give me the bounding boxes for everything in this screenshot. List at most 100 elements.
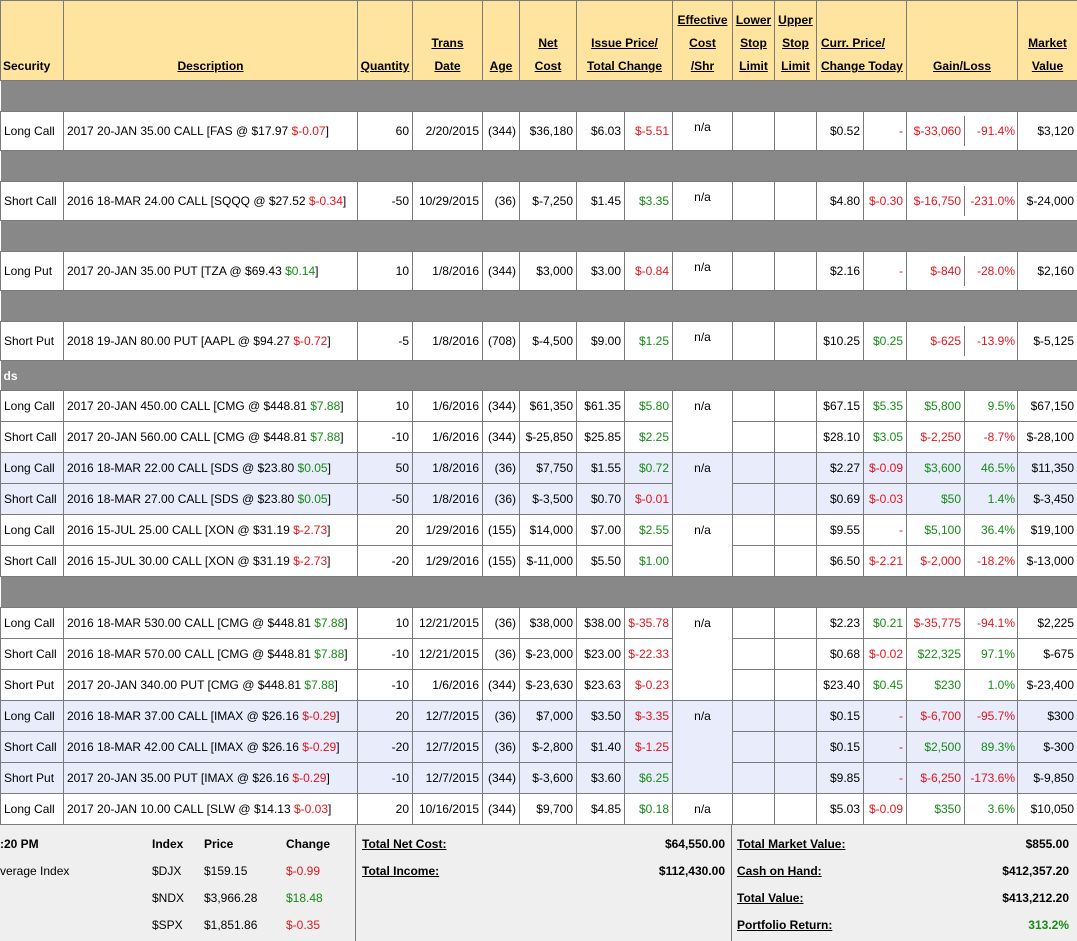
lower-stop-cell[interactable] — [732, 452, 775, 484]
lower-stop-cell[interactable] — [732, 514, 775, 546]
upper-stop-cell[interactable] — [774, 607, 817, 639]
upper-stop-cell[interactable] — [774, 731, 817, 763]
trans-date-cell: 2/20/2015 — [412, 111, 483, 151]
position-description[interactable]: 2016 18-MAR 530.00 CALL [CMG @ $448.81 $… — [63, 607, 358, 639]
col-gain-loss[interactable]: Gain/Loss — [906, 0, 1019, 81]
market-value-cell: $-9,850 — [1017, 762, 1077, 794]
table-row[interactable]: Long Call 2017 20-JAN 10.00 CALL [SLW @ $… — [0, 793, 1077, 856]
position-description[interactable]: 2016 18-MAR 37.00 CALL [IMAX @ $26.16 $-… — [63, 700, 358, 732]
col-net-cost[interactable]: Net Cost — [519, 0, 577, 81]
position-description[interactable]: 2016 15-JUL 25.00 CALL [XON @ $31.19 $-2… — [63, 514, 358, 546]
lower-stop-cell[interactable] — [732, 181, 775, 221]
total-change-cell: $1.00 — [624, 545, 673, 577]
lower-stop-cell[interactable] — [732, 111, 775, 151]
table-row[interactable]: Short Call 2016 18-MAR 24.00 CALL [SQQQ @… — [0, 181, 1077, 221]
bracket-close: ] — [336, 740, 340, 754]
position-description[interactable]: 2016 18-MAR 570.00 CALL [CMG @ $448.81 $… — [63, 638, 358, 670]
net-cost-cell: $-25,850 — [519, 421, 577, 453]
position-description[interactable]: 2017 20-JAN 35.00 CALL [FAS @ $17.97 $-0… — [63, 111, 358, 151]
lower-stop-cell[interactable] — [732, 700, 775, 732]
lower-stop-cell[interactable] — [732, 793, 775, 825]
bracket-close: ] — [315, 264, 319, 278]
position-description[interactable]: 2018 19-JAN 80.00 PUT [AAPL @ $94.27 $-0… — [63, 321, 358, 361]
issue-price-cell: $4.85 — [576, 793, 625, 825]
table-row[interactable]: Long Call 2016 15-JUL 25.00 CALL [XON @ $… — [0, 514, 1077, 577]
upper-stop-cell[interactable] — [774, 700, 817, 732]
upper-stop-cell[interactable] — [774, 390, 817, 422]
lower-stop-cell[interactable] — [732, 669, 775, 701]
col-lower-stop[interactable]: Lower Stop Limit — [732, 0, 775, 81]
upper-stop-cell[interactable] — [774, 181, 817, 221]
col-effective-cost[interactable]: Effective Cost/Shr — [672, 0, 733, 81]
upper-stop-cell[interactable] — [774, 514, 817, 546]
upper-stop-cell[interactable] — [774, 762, 817, 794]
table-row[interactable]: Short Call 2016 18-MAR 42.00 CALL [IMAX @… — [0, 731, 1077, 763]
col-trans-date[interactable]: Trans Date — [412, 0, 483, 81]
table-row[interactable]: Short Call 2016 15-JUL 30.00 CALL [XON @ … — [0, 545, 1077, 577]
lower-stop-cell[interactable] — [732, 545, 775, 577]
table-row[interactable]: Short Call 2016 18-MAR 570.00 CALL [CMG @… — [0, 638, 1077, 670]
position-description[interactable]: 2016 18-MAR 42.00 CALL [IMAX @ $26.16 $-… — [63, 731, 358, 763]
col-curr-price[interactable]: Curr. Price/Change Today — [815, 0, 908, 81]
lower-stop-cell[interactable] — [732, 483, 775, 515]
change-today-cell: - — [862, 700, 908, 732]
lower-stop-cell[interactable] — [732, 251, 775, 291]
position-description[interactable]: 2016 15-JUL 30.00 CALL [XON @ $31.19 $-2… — [63, 545, 358, 577]
table-row[interactable]: Long Put 2017 20-JAN 35.00 PUT [TZA @ $69… — [0, 251, 1077, 291]
trans-date-cell: 10/16/2015 — [412, 793, 483, 825]
group-label: ds — [0, 360, 1077, 391]
table-row[interactable]: Short Put 2018 19-JAN 80.00 PUT [AAPL @ $… — [0, 321, 1077, 361]
col-upper-stop[interactable]: Upper Stop Limit — [774, 0, 817, 81]
upper-stop-cell[interactable] — [774, 793, 817, 825]
index-header: Index — [152, 837, 184, 851]
current-price-cell: $2.23 — [816, 607, 864, 639]
position-description[interactable]: 2017 20-JAN 560.00 CALL [CMG @ $448.81 $… — [63, 421, 358, 453]
position-description[interactable]: 2017 20-JAN 35.00 PUT [TZA @ $69.43 $0.1… — [63, 251, 358, 291]
table-row[interactable]: Short Call 2016 18-MAR 27.00 CALL [SDS @ … — [0, 483, 1077, 515]
col-issue-price[interactable]: Issue Price/Total Change — [576, 0, 673, 81]
net-cost-cell: $-23,630 — [519, 669, 577, 701]
lower-stop-cell[interactable] — [732, 638, 775, 670]
position-description[interactable]: 2017 20-JAN 10.00 CALL [SLW @ $14.13 $-0… — [63, 793, 358, 825]
col-description[interactable]: Description — [63, 0, 358, 81]
lower-stop-cell[interactable] — [732, 321, 775, 361]
change-today-cell: $3.05 — [862, 421, 908, 453]
lower-stop-cell[interactable] — [732, 731, 775, 763]
upper-stop-cell[interactable] — [774, 452, 817, 484]
position-description[interactable]: 2016 18-MAR 27.00 CALL [SDS @ $23.80 $0.… — [63, 483, 358, 515]
position-description[interactable]: 2016 18-MAR 22.00 CALL [SDS @ $23.80 $0.… — [63, 452, 358, 484]
table-row[interactable]: Short Put 2017 20-JAN 35.00 PUT [IMAX @ $… — [0, 762, 1077, 794]
underlying-change: $-0.29 — [302, 740, 337, 754]
upper-stop-cell[interactable] — [774, 421, 817, 453]
index-name: $SPX — [152, 918, 183, 932]
position-description[interactable]: 2017 20-JAN 450.00 CALL [CMG @ $448.81 $… — [63, 390, 358, 422]
lower-stop-cell[interactable] — [732, 607, 775, 639]
lower-stop-cell[interactable] — [732, 762, 775, 794]
lower-stop-cell[interactable] — [732, 421, 775, 453]
col-market-value[interactable]: Market Value — [1017, 0, 1077, 81]
col-quantity[interactable]: Quantity — [357, 0, 413, 81]
upper-stop-cell[interactable] — [774, 483, 817, 515]
table-row[interactable]: Long Call 2016 18-MAR 37.00 CALL [IMAX @ … — [0, 700, 1077, 794]
col-age[interactable]: Age — [482, 0, 520, 81]
upper-stop-cell[interactable] — [774, 251, 817, 291]
position-description[interactable]: 2016 18-MAR 24.00 CALL [SQQQ @ $27.52 $-… — [63, 181, 358, 221]
gain-loss-amount: $-2,000 — [908, 546, 966, 576]
upper-stop-cell[interactable] — [774, 321, 817, 361]
table-row[interactable]: Long Call 2016 18-MAR 530.00 CALL [CMG @ … — [0, 607, 1077, 701]
upper-stop-cell[interactable] — [774, 638, 817, 670]
current-price-cell: $2.27 — [816, 452, 864, 484]
table-row[interactable]: Long Call 2016 18-MAR 22.00 CALL [SDS @ $… — [0, 452, 1077, 515]
table-row[interactable]: Long Call 2017 20-JAN 450.00 CALL [CMG @ … — [0, 390, 1077, 453]
upper-stop-cell[interactable] — [774, 111, 817, 151]
table-row[interactable]: Short Put 2017 20-JAN 340.00 PUT [CMG @ $… — [0, 669, 1077, 701]
upper-stop-cell[interactable] — [774, 545, 817, 577]
position-description[interactable]: 2017 20-JAN 340.00 PUT [CMG @ $448.81 $7… — [63, 669, 358, 701]
effective-cost-cell: n/a — [672, 607, 733, 701]
lower-stop-cell[interactable] — [732, 390, 775, 422]
table-row[interactable]: Long Call 2017 20-JAN 35.00 CALL [FAS @ $… — [0, 111, 1077, 151]
upper-stop-cell[interactable] — [774, 669, 817, 701]
position-description[interactable]: 2017 20-JAN 35.00 PUT [IMAX @ $26.16 $-0… — [63, 762, 358, 794]
gain-loss-cell: $3,600 46.5% — [906, 452, 1019, 484]
table-row[interactable]: Short Call 2017 20-JAN 560.00 CALL [CMG @… — [0, 421, 1077, 453]
